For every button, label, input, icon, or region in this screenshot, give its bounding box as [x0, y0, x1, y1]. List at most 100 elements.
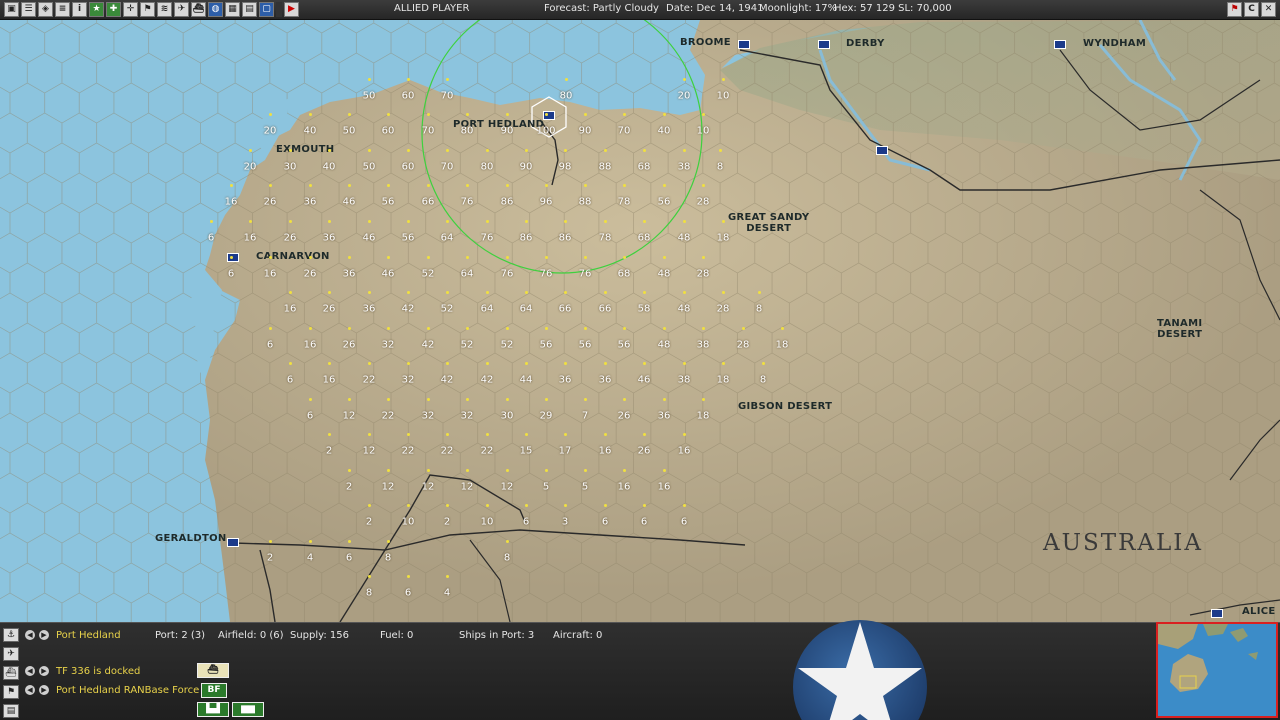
plane-icon[interactable]: ✈	[174, 2, 189, 17]
range-number: 68	[637, 161, 651, 173]
base-flag[interactable]	[227, 253, 239, 262]
range-number: 56	[539, 339, 553, 351]
base-flag[interactable]	[818, 40, 830, 49]
save-icon[interactable]: ▣	[4, 2, 19, 17]
hex-dot	[506, 256, 509, 259]
globe-icon[interactable]: ◍	[208, 2, 223, 17]
range-number: 6	[306, 410, 314, 422]
flag-icon[interactable]: ⚑	[3, 685, 19, 699]
fort-icon[interactable]: ▙▟	[197, 702, 229, 717]
prev-tf-icon[interactable]: ◀	[25, 666, 35, 676]
range-number: 48	[657, 339, 671, 351]
range-number: 36	[342, 268, 356, 280]
range-number: 6	[227, 268, 235, 280]
forecast-label: Forecast: Partly Cloudy	[544, 3, 659, 14]
stack-icon[interactable]: ≋	[157, 2, 172, 17]
range-number: 8	[365, 587, 373, 599]
hex-dot	[309, 256, 312, 259]
plane-icon[interactable]: ✈	[3, 647, 19, 661]
ship-icon[interactable]: ⛴	[3, 666, 19, 680]
end-turn-icon[interactable]: ▶	[284, 2, 299, 17]
hex-dot	[407, 149, 410, 152]
hex-dot	[683, 78, 686, 81]
target-icon[interactable]: ✛	[123, 2, 138, 17]
base-flag[interactable]	[876, 146, 888, 155]
hex-dot	[348, 398, 351, 401]
hex-dot	[506, 113, 509, 116]
hex-dot	[643, 291, 646, 294]
prev-unit-icon[interactable]: ◀	[25, 685, 35, 695]
range-number: 12	[500, 481, 514, 493]
hex-dot	[289, 220, 292, 223]
medical-icon[interactable]: ✚	[106, 2, 121, 17]
prev-base-icon[interactable]: ◀	[25, 630, 35, 640]
range-number: 12	[421, 481, 435, 493]
range-number: 52	[500, 339, 514, 351]
turn-icon[interactable]: ▢	[259, 2, 274, 17]
minimap[interactable]	[1156, 622, 1278, 718]
range-number: 80	[460, 125, 474, 137]
reports-icon[interactable]: ▤	[242, 2, 257, 17]
hex-dot	[328, 291, 331, 294]
combat-icon[interactable]: ★	[89, 2, 104, 17]
next-unit-icon[interactable]: ▶	[39, 685, 49, 695]
range-number: 22	[381, 410, 395, 422]
task-force-status[interactable]: TF 336 is docked	[56, 666, 140, 677]
base-flag[interactable]	[227, 538, 239, 547]
unit-name[interactable]: Port Hedland RANBase Force	[56, 685, 199, 696]
hex-dot	[466, 184, 469, 187]
range-number: 96	[539, 196, 553, 208]
info-icon[interactable]: i	[72, 2, 87, 17]
range-number: 10	[696, 125, 710, 137]
base-flag[interactable]	[1211, 609, 1223, 618]
hex-dot	[446, 220, 449, 223]
hex-dot	[427, 184, 430, 187]
hex-dot	[230, 256, 233, 259]
report-icon[interactable]: ☰	[21, 2, 36, 17]
exit-icon[interactable]: ⚑	[1227, 2, 1242, 17]
ship-icon[interactable]: ⛴	[191, 2, 206, 17]
range-number: 66	[598, 303, 612, 315]
range-number: 80	[559, 90, 573, 102]
hex-dot	[506, 540, 509, 543]
base-name[interactable]: Port Hedland	[56, 630, 121, 641]
hex-dot	[643, 433, 646, 436]
base-flag[interactable]	[1054, 40, 1066, 49]
next-base-icon[interactable]: ▶	[39, 630, 49, 640]
unit-icon[interactable]: ▤	[3, 704, 19, 718]
range-number: 100	[536, 125, 556, 137]
range-number: 20	[677, 90, 691, 102]
hex-dot	[446, 291, 449, 294]
flag-icon[interactable]: ⚑	[140, 2, 155, 17]
anchor-icon[interactable]: ⚓	[3, 628, 19, 642]
hex-dot	[269, 113, 272, 116]
range-number: 3	[561, 516, 569, 528]
range-number: 8	[755, 303, 763, 315]
camera-icon[interactable]: C	[1244, 2, 1259, 17]
hex-dot	[328, 149, 331, 152]
ship-badge-icon[interactable]: ⛴	[197, 663, 229, 678]
grid-icon[interactable]: ▦	[225, 2, 240, 17]
range-number: 28	[696, 268, 710, 280]
place-label: GERALDTON	[155, 533, 227, 544]
hex-map[interactable]: BROOME DERBY WYNDHAM PORT HEDLAND EXMOUT…	[0, 20, 1280, 622]
range-number: 50	[362, 90, 376, 102]
next-tf-icon[interactable]: ▶	[39, 666, 49, 676]
unit-badge[interactable]: BF	[201, 683, 227, 698]
hex-dot	[269, 184, 272, 187]
range-number: 6	[404, 587, 412, 599]
list-icon[interactable]: ≡	[55, 2, 70, 17]
base-flag[interactable]	[738, 40, 750, 49]
range-number: 36	[322, 232, 336, 244]
range-number: 56	[381, 196, 395, 208]
range-number: 6	[601, 516, 609, 528]
intel-icon[interactable]: ◈	[38, 2, 53, 17]
place-label: ALICE S	[1242, 606, 1280, 617]
hex-dot	[387, 540, 390, 543]
factory-icon[interactable]: ▆▆	[232, 702, 264, 717]
close-icon[interactable]: ✕	[1261, 2, 1276, 17]
range-number: 38	[696, 339, 710, 351]
place-label: EXMOUTH	[276, 144, 335, 155]
hex-dot	[643, 362, 646, 365]
hex-dot	[269, 540, 272, 543]
